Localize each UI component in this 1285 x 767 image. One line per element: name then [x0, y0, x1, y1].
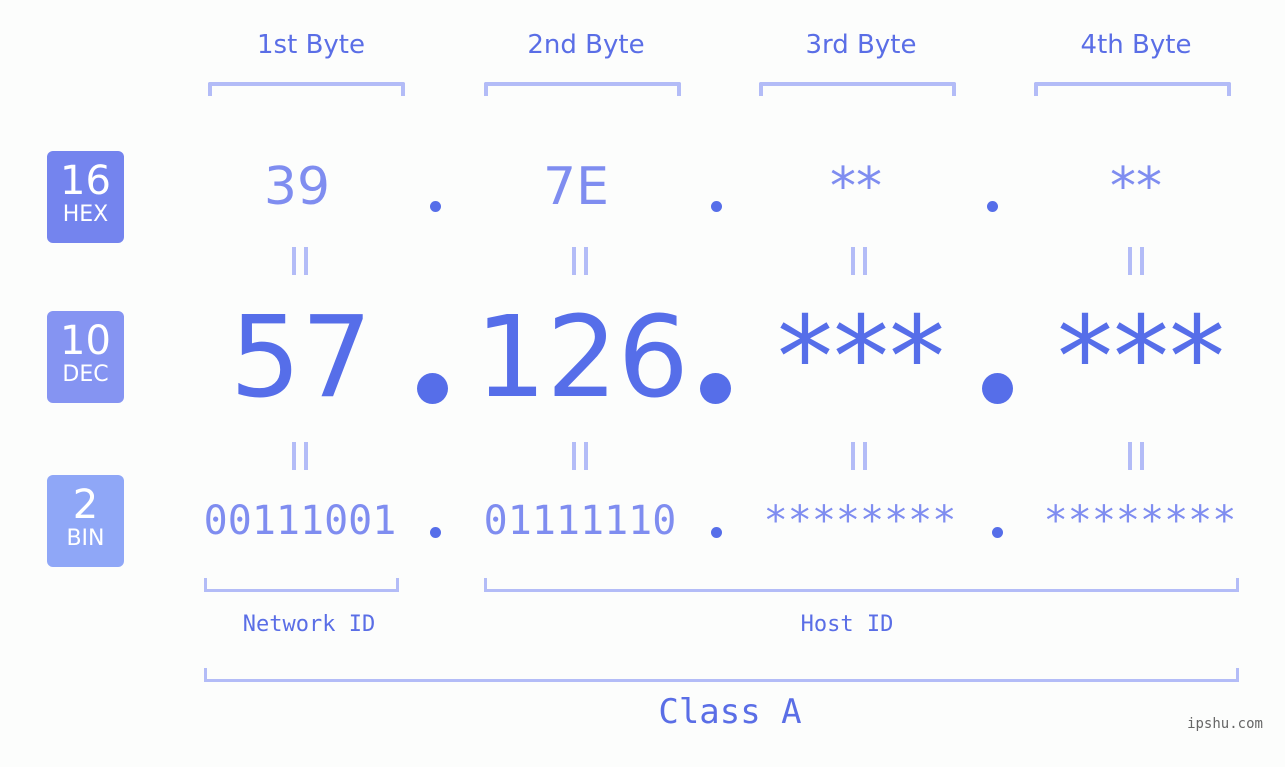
bin-separator-dot-3 [992, 527, 1003, 538]
bin-separator-dot-2 [711, 527, 722, 538]
dec-separator-dot-1 [417, 373, 448, 404]
byte-bracket-4 [1034, 82, 1231, 96]
equals-icon [572, 247, 588, 275]
hex-value-4: ** [1110, 157, 1162, 217]
byte-header-1: 1st Byte [257, 30, 365, 60]
hex-separator-dot-3 [987, 201, 998, 212]
equals-icon [292, 247, 308, 275]
byte-bracket-2 [484, 82, 681, 96]
bin-value-3: ******** [763, 498, 957, 544]
dec-separator-dot-2 [700, 373, 731, 404]
equals-icon [851, 247, 867, 275]
dec-badge-label: DEC [62, 362, 109, 387]
hex-value-2: 7E [543, 157, 609, 217]
hex-separator-dot-2 [711, 201, 722, 212]
byte-bracket-3 [759, 82, 956, 96]
equals-icon [1128, 247, 1144, 275]
dec-badge-number: 10 [60, 318, 111, 364]
dec-value-2: 126 [475, 293, 689, 423]
bin-badge-number: 2 [72, 482, 99, 528]
network-id-label: Network ID [242, 612, 376, 637]
equals-icon [1128, 442, 1144, 470]
equals-icon [292, 442, 308, 470]
bin-separator-dot-1 [430, 527, 441, 538]
dec-value-4: *** [1057, 293, 1225, 423]
hex-badge-number: 16 [60, 158, 111, 204]
byte-header-2: 2nd Byte [527, 30, 645, 60]
bin-value-1: 00111001 [203, 498, 397, 544]
hex-badge: 16 HEX [47, 151, 124, 243]
equals-icon [851, 442, 867, 470]
bin-value-4: ******** [1043, 498, 1237, 544]
bin-badge: 2 BIN [47, 475, 124, 567]
byte-bracket-1 [208, 82, 405, 96]
dec-badge: 10 DEC [47, 311, 124, 403]
dec-value-3: *** [777, 293, 945, 423]
host-id-bracket [484, 578, 1239, 592]
byte-header-3: 3rd Byte [805, 30, 917, 60]
class-bracket [204, 668, 1239, 682]
bin-badge-label: BIN [66, 526, 105, 551]
network-id-bracket [204, 578, 399, 592]
hex-badge-label: HEX [62, 202, 109, 227]
dec-separator-dot-3 [982, 373, 1013, 404]
watermark: ipshu.com [1187, 716, 1263, 732]
host-id-label: Host ID [800, 612, 894, 637]
bin-value-2: 01111110 [483, 498, 677, 544]
equals-icon [572, 442, 588, 470]
hex-value-1: 39 [263, 157, 331, 217]
ip-class-label: Class A [658, 692, 802, 732]
byte-header-4: 4th Byte [1080, 30, 1192, 60]
dec-value-1: 57 [229, 293, 373, 423]
hex-separator-dot-1 [430, 201, 441, 212]
hex-value-3: ** [830, 157, 882, 217]
